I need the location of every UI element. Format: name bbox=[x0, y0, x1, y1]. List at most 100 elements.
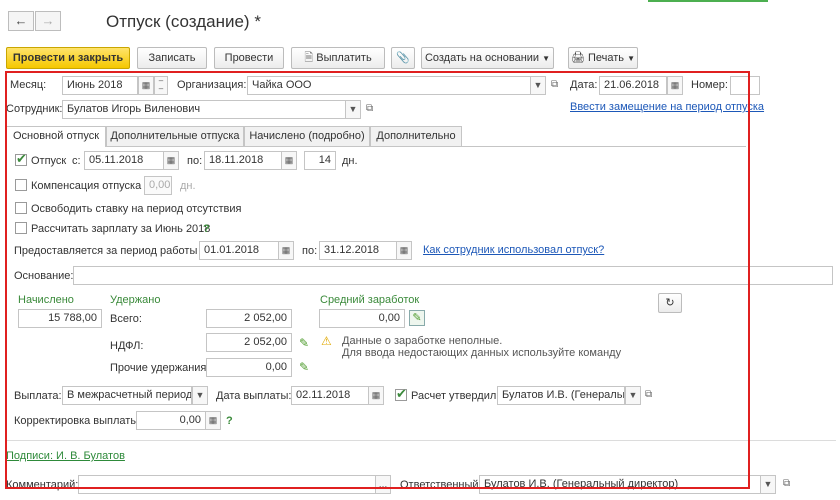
attach-button[interactable]: 📎 bbox=[391, 47, 415, 69]
accrued-label: Начислено bbox=[18, 294, 74, 306]
approved-by-dropdown[interactable]: ▼ bbox=[625, 386, 641, 405]
days-field[interactable]: 14 bbox=[304, 151, 336, 170]
number-label: Номер: bbox=[691, 79, 728, 91]
responsible-dropdown[interactable]: ▼ bbox=[760, 475, 776, 494]
forward-button[interactable]: → bbox=[35, 11, 61, 31]
refresh-button[interactable]: ↻ bbox=[658, 293, 682, 313]
organization-field[interactable]: Чайка ООО bbox=[247, 76, 531, 95]
responsible-field[interactable]: Булатов И.В. (Генеральный директор) bbox=[479, 475, 761, 494]
period-to-field[interactable]: 31.12.2018 bbox=[319, 241, 397, 260]
print-button[interactable]: 🖨 Печать ▼ bbox=[568, 47, 638, 69]
vacation-from-field[interactable]: 05.11.2018 bbox=[84, 151, 164, 170]
date-field[interactable]: 21.06.2018 bbox=[599, 76, 667, 95]
period-from-field[interactable]: 01.01.2018 bbox=[199, 241, 279, 260]
open-link-icon[interactable]: ⧉ bbox=[645, 389, 652, 400]
calc-salary-label: Рассчитать зарплату за Июнь 2018 bbox=[31, 223, 211, 235]
period-from-calendar[interactable]: ▦ bbox=[278, 241, 294, 260]
release-rate-checkbox[interactable] bbox=[15, 202, 27, 214]
correction-field[interactable]: 0,00 bbox=[136, 411, 206, 430]
used-vacation-link[interactable]: Как сотрудник использовал отпуск? bbox=[423, 244, 604, 256]
pay-date-label: Дата выплаты: bbox=[216, 390, 292, 402]
other-withholding-field[interactable]: 0,00 bbox=[206, 358, 292, 377]
correction-label: Корректировка выплаты: bbox=[14, 415, 142, 427]
top-accent-line bbox=[648, 0, 768, 2]
tab-accrued-detailed[interactable]: Начислено (подробно) bbox=[244, 126, 370, 146]
correction-calc-button[interactable]: ▦ bbox=[205, 411, 221, 430]
compensation-label: Компенсация отпуска bbox=[31, 180, 142, 192]
period-to-calendar[interactable]: ▦ bbox=[396, 241, 412, 260]
vacation-to-calendar[interactable]: ▦ bbox=[281, 151, 297, 170]
compensation-checkbox[interactable] bbox=[15, 179, 27, 191]
signatures-link[interactable]: Подписи: И. В. Булатов bbox=[6, 450, 125, 462]
back-button[interactable]: ← bbox=[8, 11, 34, 31]
withheld-label: Удержано bbox=[110, 294, 161, 306]
payout-field[interactable]: В межрасчетный период bbox=[62, 386, 192, 405]
create-based-button[interactable]: Создать на основании ▼ bbox=[421, 47, 554, 69]
release-rate-label: Освободить ставку на период отсутствия bbox=[31, 203, 242, 215]
warning-text-2: Для ввода недостающих данных используйте… bbox=[342, 347, 622, 359]
number-field[interactable] bbox=[730, 76, 760, 95]
organization-dropdown[interactable]: ▼ bbox=[530, 76, 546, 95]
print-button-label: Печать bbox=[588, 52, 625, 64]
edit-ndfl-icon[interactable]: ✎ bbox=[299, 336, 313, 350]
date-calendar-button[interactable]: ▦ bbox=[667, 76, 683, 95]
substitution-link[interactable]: Ввести замещение на период отпуска bbox=[570, 101, 764, 113]
pay-date-field[interactable]: 02.11.2018 bbox=[291, 386, 369, 405]
approved-checkbox[interactable] bbox=[395, 386, 407, 402]
calc-salary-checkbox[interactable] bbox=[15, 222, 27, 234]
compensation-days-field[interactable]: 0,00 bbox=[144, 176, 172, 195]
pay-date-calendar[interactable]: ▦ bbox=[368, 386, 384, 405]
save-button[interactable]: Записать bbox=[137, 47, 207, 69]
stepper-icon: – – bbox=[158, 76, 164, 93]
avg-earnings-field[interactable]: 0,00 bbox=[319, 309, 405, 328]
more-icon: … bbox=[378, 479, 388, 489]
month-stepper[interactable]: – – bbox=[154, 76, 168, 95]
edit-other-icon[interactable]: ✎ bbox=[299, 360, 313, 374]
month-field[interactable]: Июнь 2018 bbox=[62, 76, 138, 95]
open-link-icon[interactable]: ⧉ bbox=[551, 79, 558, 90]
calendar-icon: ▦ bbox=[371, 390, 381, 400]
ndfl-field[interactable]: 2 052,00 bbox=[206, 333, 292, 352]
chevron-down-icon: ▼ bbox=[542, 54, 551, 63]
employee-dropdown[interactable]: ▼ bbox=[345, 100, 361, 119]
tab-additional[interactable]: Дополнительно bbox=[370, 126, 462, 146]
vacation-checkbox[interactable] bbox=[15, 151, 27, 167]
help-icon[interactable]: ? bbox=[203, 223, 210, 235]
pay-button[interactable]: 🗎 Выплатить bbox=[291, 47, 385, 69]
accrued-field[interactable]: 15 788,00 bbox=[18, 309, 102, 328]
approved-by-field[interactable]: Булатов И.В. (Генеральнь bbox=[497, 386, 625, 405]
vacation-to-field[interactable]: 18.11.2018 bbox=[204, 151, 282, 170]
open-link-icon[interactable]: ⧉ bbox=[783, 478, 790, 489]
help-icon[interactable]: ? bbox=[226, 415, 233, 427]
edit-avg-icon[interactable]: ✎ bbox=[409, 310, 425, 326]
month-calendar-button[interactable]: ▦ bbox=[138, 76, 154, 95]
vacation-from-calendar[interactable]: ▦ bbox=[163, 151, 179, 170]
footer-divider bbox=[6, 440, 836, 441]
page-title: Отпуск (создание) * bbox=[106, 12, 261, 31]
chevron-down-icon: ▼ bbox=[195, 390, 205, 400]
tab-main-vacation[interactable]: Основной отпуск bbox=[6, 126, 106, 147]
chevron-down-icon: ▼ bbox=[627, 54, 636, 63]
comment-expand-button[interactable]: … bbox=[375, 475, 391, 494]
tabs-divider bbox=[6, 146, 746, 147]
calendar-icon: ▦ bbox=[281, 245, 291, 255]
responsible-label: Ответственный: bbox=[400, 479, 482, 491]
warning-text-1: Данные о заработке неполные. bbox=[342, 335, 503, 347]
calendar-icon: ▦ bbox=[284, 155, 294, 165]
other-withholding-label: Прочие удержания: bbox=[110, 362, 210, 374]
employee-field[interactable]: Булатов Игорь Виленович bbox=[62, 100, 346, 119]
chevron-down-icon: ▼ bbox=[533, 80, 543, 90]
month-label: Месяц: bbox=[10, 79, 47, 91]
period-label: Предоставляется за период работы с: bbox=[14, 245, 209, 257]
basis-field[interactable] bbox=[73, 266, 833, 285]
post-button[interactable]: Провести bbox=[214, 47, 284, 69]
pay-button-label: Выплатить bbox=[316, 52, 372, 64]
tab-additional-vacations[interactable]: Дополнительные отпуска bbox=[106, 126, 244, 146]
payout-dropdown[interactable]: ▼ bbox=[192, 386, 208, 405]
compensation-unit: дн. bbox=[180, 180, 196, 192]
total-field[interactable]: 2 052,00 bbox=[206, 309, 292, 328]
comment-field[interactable] bbox=[78, 475, 376, 494]
organization-label: Организация: bbox=[177, 79, 247, 91]
post-and-close-button[interactable]: Провести и закрыть bbox=[6, 47, 130, 69]
open-link-icon[interactable]: ⧉ bbox=[366, 103, 373, 114]
